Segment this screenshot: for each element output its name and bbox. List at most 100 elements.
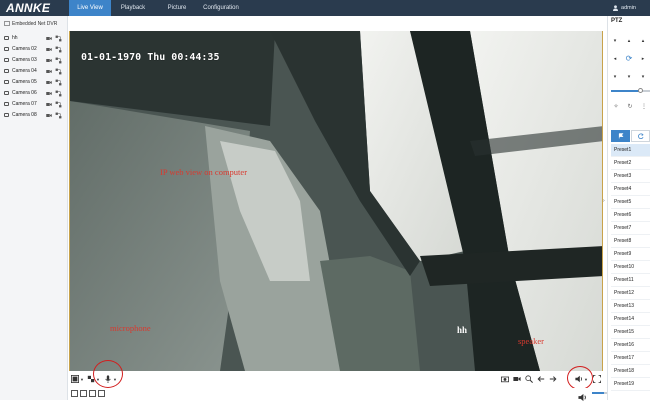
preset-item[interactable]: Preset2 xyxy=(611,157,650,170)
record-icon[interactable] xyxy=(46,47,52,52)
preset-item[interactable]: Preset13 xyxy=(611,300,650,313)
tab-live-view[interactable]: Live View xyxy=(69,0,111,16)
digital-zoom-button[interactable] xyxy=(525,375,533,383)
camera-label: Camera 02 xyxy=(12,46,37,52)
preset-item[interactable]: Preset10 xyxy=(611,261,650,274)
volume-button[interactable] xyxy=(578,389,587,402)
stream-icon[interactable] xyxy=(55,68,62,75)
camera-icon xyxy=(4,102,9,106)
window-division-button[interactable] xyxy=(71,375,79,383)
camera-item[interactable]: Camera 05 xyxy=(4,78,66,88)
preset-item[interactable]: Preset7 xyxy=(611,222,650,235)
camera-item[interactable]: Camera 04 xyxy=(4,67,66,77)
light-icon[interactable]: ✧ xyxy=(611,102,621,112)
speaker-highlight-ring xyxy=(567,366,593,390)
user-menu[interactable]: admin xyxy=(613,0,636,16)
device-tree-root[interactable]: Embedded Net DVR xyxy=(4,21,57,27)
camera-label: Camera 04 xyxy=(12,68,37,74)
ptz-up-button[interactable]: ▴ xyxy=(624,36,634,46)
ptz-auto-button[interactable]: ⟳ xyxy=(624,54,634,64)
previous-page-button[interactable] xyxy=(537,375,545,383)
record-video-button[interactable] xyxy=(513,375,521,383)
ptz-down-right-button[interactable]: ▾ xyxy=(638,72,648,82)
camera-item[interactable]: Camera 06 xyxy=(4,89,66,99)
tab-picture[interactable]: Picture xyxy=(158,0,196,16)
camera-label: Camera 07 xyxy=(12,101,37,107)
tab-patrol[interactable] xyxy=(631,130,650,142)
camera-label: Camera 05 xyxy=(12,79,37,85)
ptz-left-button[interactable]: ◂ xyxy=(610,54,620,64)
preset-item[interactable]: Preset5 xyxy=(611,196,650,209)
next-page-button[interactable] xyxy=(549,375,557,383)
camera-item[interactable]: hh xyxy=(4,34,66,44)
camera-label: Camera 06 xyxy=(12,90,37,96)
record-icon[interactable] xyxy=(46,113,52,118)
ptz-up-left-button[interactable]: ▾ xyxy=(610,36,620,46)
preset-item[interactable]: Preset18 xyxy=(611,365,650,378)
preset-item[interactable]: Preset9 xyxy=(611,248,650,261)
stream-icon[interactable] xyxy=(55,90,62,97)
preset-item[interactable]: Preset4 xyxy=(611,183,650,196)
record-icon[interactable] xyxy=(46,80,52,85)
camera-icon xyxy=(4,47,9,51)
window-division-caret-icon[interactable]: ▼ xyxy=(80,377,84,382)
ptz-speed-slider-knob[interactable] xyxy=(637,88,643,93)
preset-list-icon xyxy=(618,133,623,139)
camera-item[interactable]: Camera 02 xyxy=(4,45,66,55)
preset-item[interactable]: Preset8 xyxy=(611,235,650,248)
preset-item[interactable]: Preset17 xyxy=(611,352,650,365)
ptz-title: PTZ xyxy=(611,18,623,24)
record-icon[interactable] xyxy=(46,91,52,96)
patrol-icon xyxy=(637,133,644,140)
preset-item[interactable]: Preset1 xyxy=(611,144,650,157)
ptz-down-left-button[interactable]: ▾ xyxy=(610,72,620,82)
preset-item[interactable]: Preset3 xyxy=(611,170,650,183)
camera-icon xyxy=(4,113,9,117)
volume-icon xyxy=(578,393,586,402)
record-icon[interactable] xyxy=(46,36,52,41)
capture-button[interactable] xyxy=(501,375,509,383)
layout-2x2-button[interactable] xyxy=(80,390,87,397)
ptz-speed-slider-fill xyxy=(611,90,641,92)
tab-configuration[interactable]: Configuration xyxy=(198,0,244,16)
preset-item[interactable]: Preset16 xyxy=(611,339,650,352)
preset-item[interactable]: Preset6 xyxy=(611,209,650,222)
record-icon[interactable] xyxy=(46,69,52,74)
ptz-down-button[interactable]: ▾ xyxy=(624,72,634,82)
stream-icon[interactable] xyxy=(55,79,62,86)
fullscreen-button[interactable] xyxy=(593,375,601,383)
preset-item[interactable]: Preset15 xyxy=(611,326,650,339)
layout-3x3-button[interactable] xyxy=(89,390,96,397)
wiper-icon[interactable]: ↻ xyxy=(625,102,635,112)
live-video-pane[interactable]: 01-01-1970 Thu 00:44:35 IP web view on c… xyxy=(69,31,603,371)
ptz-speed-slider[interactable] xyxy=(611,88,650,93)
camera-item[interactable]: Camera 08 xyxy=(4,111,66,121)
camera-item[interactable]: Camera 07 xyxy=(4,100,66,110)
ptz-up-right-button[interactable]: ▴ xyxy=(638,36,648,46)
stream-icon[interactable] xyxy=(55,112,62,119)
preset-item[interactable]: Preset12 xyxy=(611,287,650,300)
focus-icon[interactable]: ⋮ xyxy=(639,102,649,112)
stream-icon[interactable] xyxy=(55,46,62,53)
stream-icon[interactable] xyxy=(55,101,62,108)
tab-playback[interactable]: Playback xyxy=(113,0,153,16)
ptz-right-button[interactable]: ▸ xyxy=(638,54,648,64)
device-name: Embedded Net DVR xyxy=(12,21,58,27)
layout-1x1-button[interactable] xyxy=(71,390,78,397)
record-icon[interactable] xyxy=(46,58,52,63)
volume-slider-fill xyxy=(592,392,604,394)
window-division-icon xyxy=(71,375,79,383)
camera-item[interactable]: Camera 03 xyxy=(4,56,66,66)
preset-item[interactable]: Preset14 xyxy=(611,313,650,326)
preset-item[interactable]: Preset19 xyxy=(611,378,650,391)
record-icon[interactable] xyxy=(46,102,52,107)
annotation-web-view: IP web view on computer xyxy=(160,167,248,177)
tab-presets[interactable] xyxy=(611,130,630,142)
stream-icon[interactable] xyxy=(55,57,62,64)
brand-logo: ANNKE xyxy=(6,1,51,15)
stream-icon[interactable] xyxy=(55,35,62,42)
layout-4x4-button[interactable] xyxy=(98,390,105,397)
zoom-icon xyxy=(525,375,533,383)
preset-item[interactable]: Preset11 xyxy=(611,274,650,287)
ptz-panel: PTZ ▾ ▴ ▴ ◂ ⟳ ▸ ▾ ▾ ▾ ✧ ↻ ⋮ Preset1 Prese… xyxy=(607,16,650,400)
